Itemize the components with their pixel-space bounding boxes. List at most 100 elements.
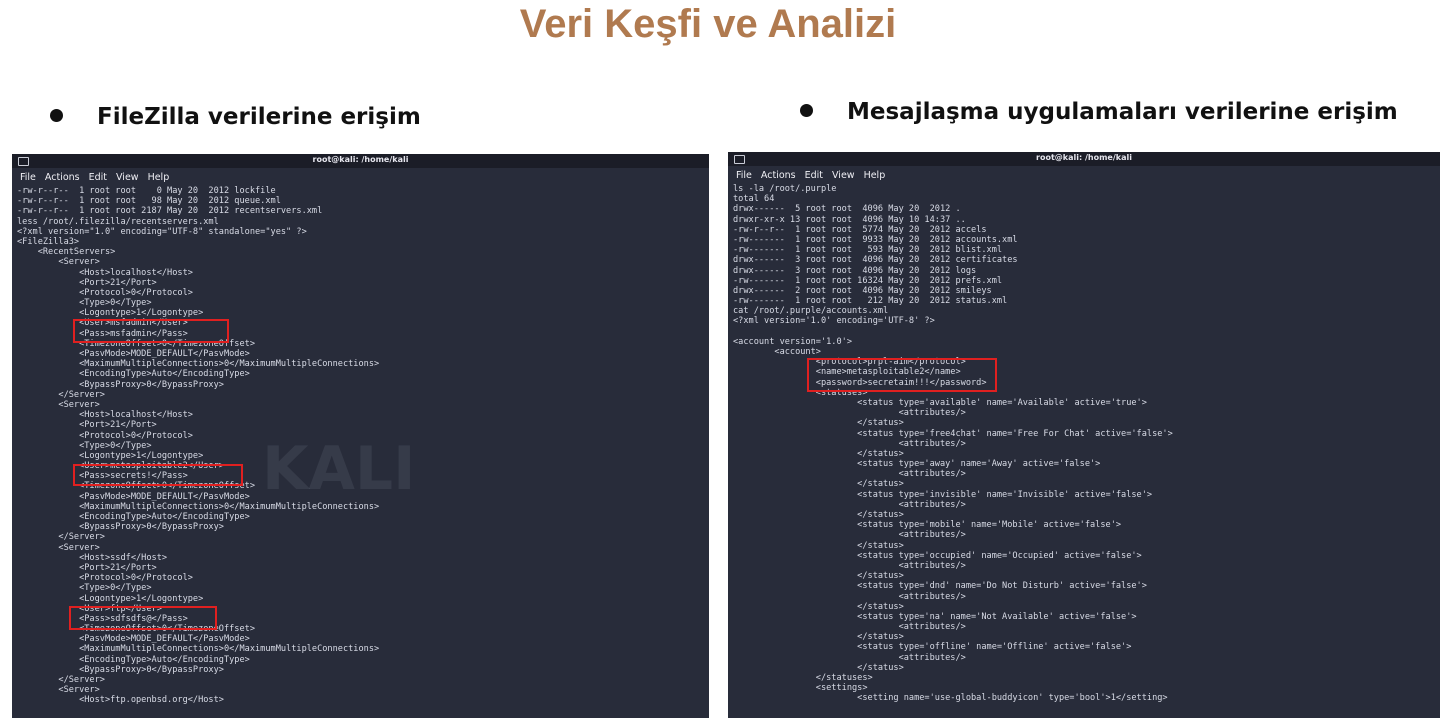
terminal-line: <PasvMode>MODE_DEFAULT</PasvMode> — [17, 349, 250, 359]
terminal-line: <EncodingType>Auto</EncodingType> — [17, 369, 250, 380]
terminal-line: </status> — [733, 632, 904, 643]
terminal-line: <MaximumMultipleConnections>0</MaximumMu… — [17, 501, 380, 512]
terminal-titlebar[interactable]: root@kali: /home/kali — [12, 154, 709, 168]
terminal-line: <status type='invisible' name='Invisible… — [733, 489, 1153, 500]
terminal-line: </status> — [733, 479, 904, 490]
highlight-box-account-credentials — [807, 358, 997, 392]
terminal-line: <?xml version="1.0" encoding="UTF-8" sta… — [17, 226, 307, 237]
terminal-titlebar[interactable]: root@kali: /home/kali — [728, 152, 1440, 166]
menu-help[interactable]: Help — [148, 172, 170, 183]
terminal-line: total 64 — [733, 194, 775, 205]
terminal-line: <Type>0</Type> — [17, 440, 152, 451]
menu-actions[interactable]: Actions — [45, 172, 80, 183]
terminal-window-filezilla[interactable]: root@kali: /home/kali File Actions Edit … — [12, 154, 709, 718]
terminal-line: ls -la /root/.purple — [733, 184, 837, 194]
terminal-line: <PasvMode>MODE_DEFAULT</PasvMode> — [17, 491, 250, 502]
terminal-line: -rw------- 1 root root 593 May 20 2012 b… — [733, 245, 1003, 256]
terminal-line: <Protocol>0</Protocol> — [17, 430, 193, 441]
terminal-line: -rw-r--r-- 1 root root 98 May 20 2012 qu… — [17, 196, 281, 207]
terminal-line: </Server> — [17, 532, 105, 543]
menu-file[interactable]: File — [20, 172, 36, 183]
terminal-line: <Server> — [17, 257, 100, 268]
menu-help[interactable]: Help — [864, 170, 886, 181]
terminal-line: <Server> — [17, 399, 100, 410]
terminal-line: -rw-r--r-- 1 root root 2187 May 20 2012 … — [17, 206, 323, 217]
menu-actions[interactable]: Actions — [761, 170, 796, 181]
bullet-filezilla-text: FileZilla verilerine erişim — [97, 104, 421, 130]
terminal-line: -rw------- 1 root root 16324 May 20 2012… — [733, 275, 1003, 286]
terminal-line: <Logontype>1</Logontype> — [17, 450, 204, 461]
terminal-line: <Port>21</Port> — [17, 420, 157, 431]
terminal-line: <attributes/> — [733, 560, 966, 571]
terminal-line: <attributes/> — [733, 622, 966, 633]
terminal-title: root@kali: /home/kali — [312, 155, 409, 164]
terminal-line: -rw-r--r-- 1 root root 5774 May 20 2012 … — [733, 224, 987, 235]
terminal-line: drwx------ 3 root root 4096 May 20 2012 … — [733, 265, 977, 276]
terminal-line: drwx------ 3 root root 4096 May 20 2012 … — [733, 255, 1018, 266]
terminal-line: <Port>21</Port> — [17, 562, 157, 573]
highlight-box-credentials-2 — [73, 464, 243, 486]
terminal-line: </Server> — [17, 389, 105, 400]
terminal-line: <attributes/> — [733, 408, 966, 419]
terminal-line: <?xml version='1.0' encoding='UTF-8' ?> — [733, 316, 935, 327]
terminal-line: -rw------- 1 root root 212 May 20 2012 s… — [733, 296, 1008, 307]
terminal-line: <attributes/> — [733, 530, 966, 541]
terminal-line: <Logontype>1</Logontype> — [17, 593, 204, 604]
bullet-dot-icon — [50, 109, 63, 122]
bullet-messaging: Mesajlaşma uygulamaları verilerine erişi… — [800, 99, 1398, 125]
terminal-line: <EncodingType>Auto</EncodingType> — [17, 512, 250, 522]
terminal-line: <Type>0</Type> — [17, 298, 152, 309]
terminal-line: <Server> — [17, 542, 100, 553]
terminal-title: root@kali: /home/kali — [1036, 153, 1132, 162]
terminal-line: <status type='occupied' name='Occupied' … — [733, 550, 1142, 561]
terminal-line: <attributes/> — [733, 499, 966, 510]
menu-view[interactable]: View — [116, 172, 139, 183]
terminal-line: <Type>0</Type> — [17, 583, 152, 594]
terminal-line: <RecentServers> — [17, 247, 116, 258]
terminal-line: <Host>localhost</Host> — [17, 267, 193, 278]
terminal-line: </statuses> — [733, 673, 873, 683]
terminal-line: </Server> — [17, 675, 105, 685]
menu-view[interactable]: View — [832, 170, 855, 181]
terminal-line: </status> — [733, 571, 904, 582]
terminal-line: drwx------ 2 root root 4096 May 20 2012 … — [733, 285, 992, 296]
menu-edit[interactable]: Edit — [89, 172, 107, 183]
terminal-line: <Port>21</Port> — [17, 277, 157, 288]
terminal-line: <Protocol>0</Protocol> — [17, 573, 193, 584]
terminal-line: -rw------- 1 root root 9933 May 20 2012 … — [733, 234, 1018, 245]
terminal-line: <Host>ftp.openbsd.org</Host> — [17, 695, 224, 706]
terminal-menubar: File Actions Edit View Help — [728, 166, 1440, 184]
terminal-line: <FileZilla3> — [17, 236, 80, 247]
terminal-line: drwx------ 5 root root 4096 May 20 2012 … — [733, 204, 961, 215]
terminal-line: <Logontype>1</Logontype> — [17, 308, 204, 319]
terminal-line: <status type='offline' name='Offline' ac… — [733, 642, 1132, 653]
terminal-output[interactable]: ls -la /root/.purple total 64 drwx------ 5… — [728, 184, 1440, 704]
menu-edit[interactable]: Edit — [805, 170, 823, 181]
terminal-line: <MaximumMultipleConnections>0</MaximumMu… — [17, 359, 380, 370]
terminal-line: <settings> — [733, 683, 868, 694]
terminal-line: <account version='1.0'> — [733, 336, 852, 347]
terminal-line: </status> — [733, 540, 904, 551]
terminal-line: </status> — [733, 601, 904, 612]
terminal-window-purple[interactable]: root@kali: /home/kali File Actions Edit … — [728, 152, 1440, 718]
terminal-line: <status type='dnd' name='Do Not Disturb'… — [733, 581, 1147, 592]
terminal-line: <Server> — [17, 685, 100, 696]
terminal-line: drwxr-xr-x 13 root root 4096 May 10 14:3… — [733, 214, 966, 225]
terminal-line: -rw-r--r-- 1 root root 0 May 20 2012 loc… — [17, 186, 276, 196]
terminal-line: </status> — [733, 418, 904, 429]
bullet-dot-icon — [800, 104, 813, 117]
terminal-line: cat /root/.purple/accounts.xml — [733, 306, 889, 317]
terminal-line: </status> — [733, 510, 904, 520]
highlight-box-credentials-1 — [73, 319, 229, 343]
terminal-line: <attributes/> — [733, 469, 966, 480]
terminal-line: <setting name='use-global-buddyicon' typ… — [733, 693, 1168, 704]
terminal-line: <status type='available' name='Available… — [733, 397, 1147, 408]
terminal-line: <status type='free4chat' name='Free For … — [733, 428, 1173, 439]
terminal-line: </status> — [733, 662, 904, 673]
menu-file[interactable]: File — [736, 170, 752, 181]
terminal-line: <account> — [733, 347, 821, 357]
terminal-line: less /root/.filezilla/recentservers.xml — [17, 216, 219, 227]
terminal-line: <BypassProxy>0</BypassProxy> — [17, 379, 224, 390]
terminal-line: <Host>localhost</Host> — [17, 410, 193, 421]
